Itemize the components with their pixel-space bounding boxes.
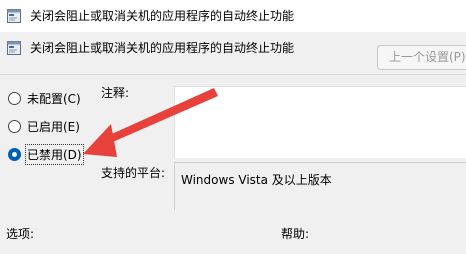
radio-not-configured[interactable]: 未配置(C) — [8, 89, 81, 107]
supported-platform-value: Windows Vista 及以上版本 — [174, 162, 466, 210]
notes-label: 注释: — [101, 86, 130, 100]
radio-circle[interactable] — [8, 119, 21, 133]
radio-label: 已禁用(D) — [25, 143, 84, 165]
radio-circle[interactable] — [8, 91, 21, 105]
radio-label: 已启用(E) — [27, 119, 80, 134]
policy-settings-icon — [7, 9, 21, 23]
policy-settings-icon — [7, 41, 21, 55]
window-title: 关闭会阻止或取消关机的应用程序的自动终止功能 — [30, 9, 295, 23]
help-label: 帮助: — [281, 227, 310, 241]
header-divider — [0, 74, 466, 75]
supported-platform-label: 支持的平台: — [101, 166, 166, 180]
radio-disabled[interactable]: 已禁用(D) — [8, 143, 84, 165]
radio-enabled[interactable]: 已启用(E) — [8, 117, 80, 135]
radio-label: 未配置(C) — [27, 91, 81, 106]
options-label: 选项: — [6, 227, 35, 241]
notes-textarea[interactable] — [174, 86, 466, 158]
radio-circle-checked[interactable] — [8, 147, 21, 161]
previous-setting-button[interactable]: 上一个设置(P) — [377, 45, 466, 70]
policy-title: 关闭会阻止或取消关机的应用程序的自动终止功能 — [30, 41, 295, 55]
window-title-bar[interactable]: 关闭会阻止或取消关机的应用程序的自动终止功能 — [0, 0, 466, 32]
